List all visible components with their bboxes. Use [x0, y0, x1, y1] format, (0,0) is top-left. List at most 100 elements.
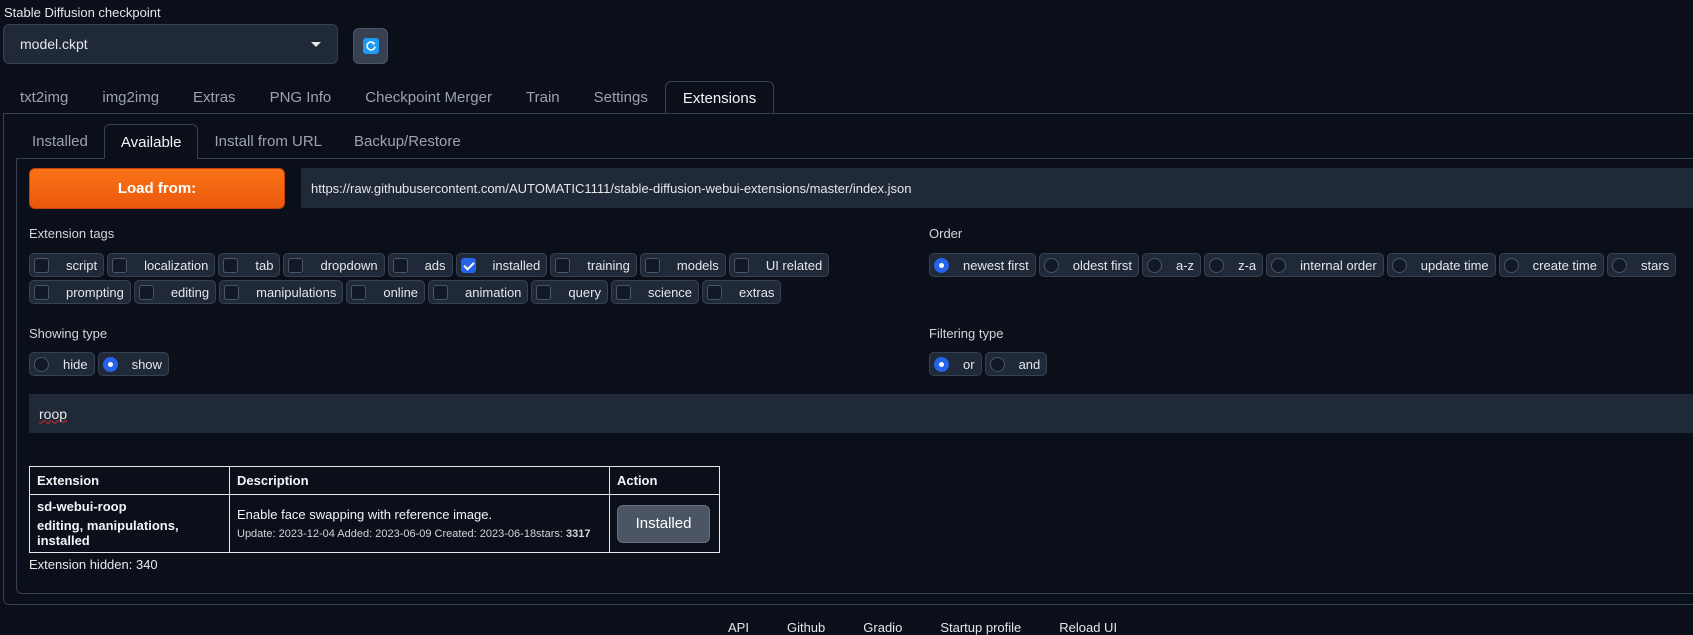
- checkbox-icon[interactable]: [733, 257, 749, 273]
- tag-checkbox-dropdown[interactable]: dropdown: [283, 253, 385, 277]
- tag-checkbox-tab[interactable]: tab: [218, 253, 281, 277]
- tag-checkbox-models[interactable]: models: [639, 253, 726, 277]
- checkbox-icon[interactable]: [707, 284, 723, 300]
- tag-checkbox-extras[interactable]: extras: [702, 280, 782, 304]
- tag-checkbox-training[interactable]: training: [550, 253, 637, 277]
- checkbox-icon[interactable]: [224, 284, 240, 300]
- checkbox-icon[interactable]: [351, 284, 367, 300]
- extension-meta: Update: 2023-12-04 Added: 2023-06-09 Cre…: [237, 528, 602, 540]
- option-label: internal order: [1300, 257, 1377, 273]
- tag-checkbox-localization[interactable]: localization: [107, 253, 216, 277]
- order-group: newest first oldest first a-z z-a internal o…: [929, 253, 1689, 277]
- tab-png-info[interactable]: PNG Info: [253, 81, 349, 114]
- tag-checkbox-editing[interactable]: editing: [133, 280, 217, 304]
- checkbox-icon[interactable]: [433, 284, 449, 300]
- checkbox-icon[interactable]: [460, 257, 476, 273]
- header-action: Action: [609, 466, 720, 495]
- option-label: prompting: [66, 284, 124, 300]
- option-label: tab: [255, 257, 274, 273]
- radio-icon[interactable]: [1271, 257, 1287, 273]
- radio-icon[interactable]: [934, 356, 949, 372]
- checkbox-icon[interactable]: [615, 284, 631, 300]
- radio-option-a-z[interactable]: a-z: [1142, 253, 1202, 277]
- radio-option-hide[interactable]: hide: [29, 352, 95, 376]
- tab-extensions[interactable]: Extensions: [664, 81, 775, 114]
- tag-checkbox-ads[interactable]: ads: [387, 253, 453, 277]
- radio-option-and[interactable]: and: [984, 352, 1048, 376]
- radio-option-oldest-first[interactable]: oldest first: [1038, 253, 1139, 277]
- tag-checkbox-query[interactable]: query: [531, 280, 608, 304]
- checkbox-icon[interactable]: [34, 257, 49, 273]
- radio-option-internal-order[interactable]: internal order: [1266, 253, 1384, 277]
- tag-checkbox-ui-related[interactable]: UI related: [728, 253, 830, 277]
- tab-extras[interactable]: Extras: [176, 81, 253, 114]
- radio-icon[interactable]: [34, 356, 49, 372]
- checkbox-icon[interactable]: [392, 257, 408, 273]
- tag-checkbox-script[interactable]: script: [29, 253, 105, 277]
- tab-txt2img[interactable]: txt2img: [3, 81, 85, 114]
- order-label: Order: [929, 226, 963, 241]
- extension-hidden-count: Extension hidden: 340: [29, 557, 158, 572]
- radio-icon[interactable]: [1147, 257, 1162, 273]
- checkbox-icon[interactable]: [138, 284, 154, 300]
- radio-option-create-time[interactable]: create time: [1498, 253, 1604, 277]
- tab-available[interactable]: Available: [103, 124, 199, 159]
- checkbox-icon[interactable]: [536, 284, 552, 300]
- checkpoint-dropdown[interactable]: model.ckpt: [3, 24, 338, 64]
- radio-option-stars[interactable]: stars: [1606, 253, 1677, 277]
- installed-button[interactable]: Installed: [617, 504, 710, 543]
- footer-reload-ui-link[interactable]: Reload UI: [1059, 620, 1117, 635]
- radio-option-z-a[interactable]: z-a: [1204, 253, 1264, 277]
- footer-startup-profile-link[interactable]: Startup profile: [940, 620, 1021, 635]
- option-label: editing: [170, 284, 210, 300]
- option-label: show: [131, 356, 162, 372]
- footer-github-link[interactable]: Github: [787, 620, 825, 635]
- radio-option-update-time[interactable]: update time: [1386, 253, 1496, 277]
- radio-icon[interactable]: [934, 257, 949, 273]
- radio-option-newest-first[interactable]: newest first: [929, 253, 1036, 277]
- tag-checkbox-prompting[interactable]: prompting: [29, 280, 131, 304]
- tab-img2img[interactable]: img2img: [85, 81, 176, 114]
- checkbox-icon[interactable]: [223, 257, 239, 273]
- radio-icon[interactable]: [1043, 257, 1059, 273]
- footer-gradio-link[interactable]: Gradio: [863, 620, 902, 635]
- header-extension: Extension: [29, 466, 230, 495]
- tab-settings[interactable]: Settings: [577, 81, 665, 114]
- extension-description: Enable face swapping with reference imag…: [237, 507, 493, 522]
- radio-icon[interactable]: [1503, 257, 1519, 273]
- checkbox-icon[interactable]: [288, 257, 304, 273]
- radio-option-or[interactable]: or: [929, 352, 982, 376]
- option-label: extras: [739, 284, 775, 300]
- load-from-button[interactable]: Load from:: [29, 168, 285, 209]
- checkbox-icon[interactable]: [34, 284, 49, 300]
- tab-checkpoint-merger[interactable]: Checkpoint Merger: [348, 81, 509, 114]
- tab-backup-restore[interactable]: Backup/Restore: [338, 124, 477, 159]
- radio-icon[interactable]: [989, 356, 1005, 372]
- refresh-icon: [362, 38, 379, 54]
- radio-icon[interactable]: [1209, 257, 1225, 273]
- checkbox-icon[interactable]: [644, 257, 660, 273]
- tab-install-from-url[interactable]: Install from URL: [198, 124, 338, 159]
- option-label: stars: [1640, 257, 1670, 273]
- tag-checkbox-online[interactable]: online: [346, 280, 426, 304]
- extension-cell: sd-webui-roop editing, manipulations, in…: [29, 494, 230, 553]
- index-url-input[interactable]: https://raw.githubusercontent.com/AUTOMA…: [301, 168, 1693, 208]
- radio-option-show[interactable]: show: [97, 352, 169, 376]
- tag-checkbox-science[interactable]: science: [610, 280, 700, 304]
- tag-checkbox-installed[interactable]: installed: [455, 253, 548, 277]
- tab-train[interactable]: Train: [509, 81, 577, 114]
- tab-installed[interactable]: Installed: [16, 124, 104, 159]
- radio-icon[interactable]: [1611, 257, 1627, 273]
- radio-icon[interactable]: [1391, 257, 1407, 273]
- tag-checkbox-animation[interactable]: animation: [428, 280, 529, 304]
- checkbox-icon[interactable]: [555, 257, 571, 273]
- tag-checkbox-manipulations[interactable]: manipulations: [219, 280, 344, 304]
- chevron-down-icon: [311, 41, 321, 47]
- checkbox-icon[interactable]: [112, 257, 128, 273]
- radio-icon[interactable]: [102, 356, 118, 372]
- footer-api-link[interactable]: API: [728, 620, 749, 635]
- extension-name[interactable]: sd-webui-roop: [37, 499, 222, 514]
- search-input[interactable]: roop: [29, 394, 1693, 433]
- action-cell: Installed: [609, 494, 720, 553]
- refresh-checkpoint-button[interactable]: [353, 28, 388, 64]
